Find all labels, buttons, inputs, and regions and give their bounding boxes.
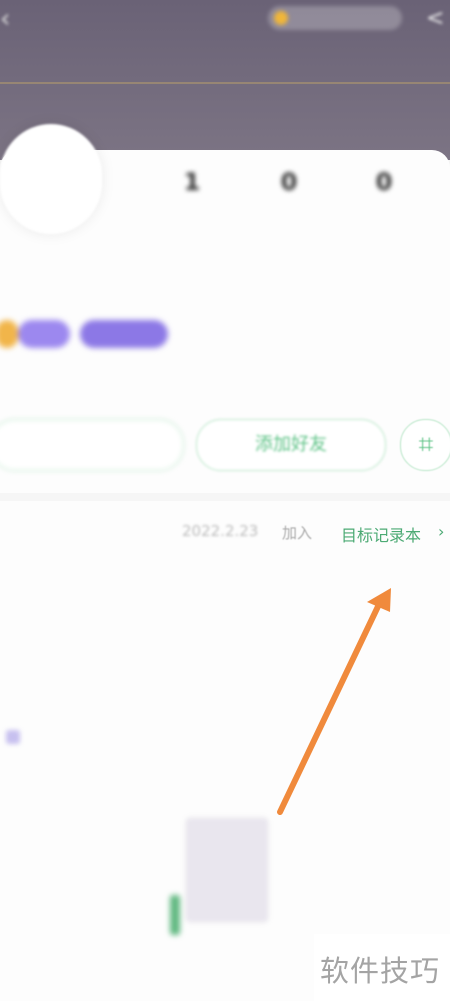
watermark-text: 软件技巧	[320, 954, 441, 988]
watermark: 软件技巧	[314, 934, 450, 1001]
annotation-arrow	[277, 588, 391, 815]
